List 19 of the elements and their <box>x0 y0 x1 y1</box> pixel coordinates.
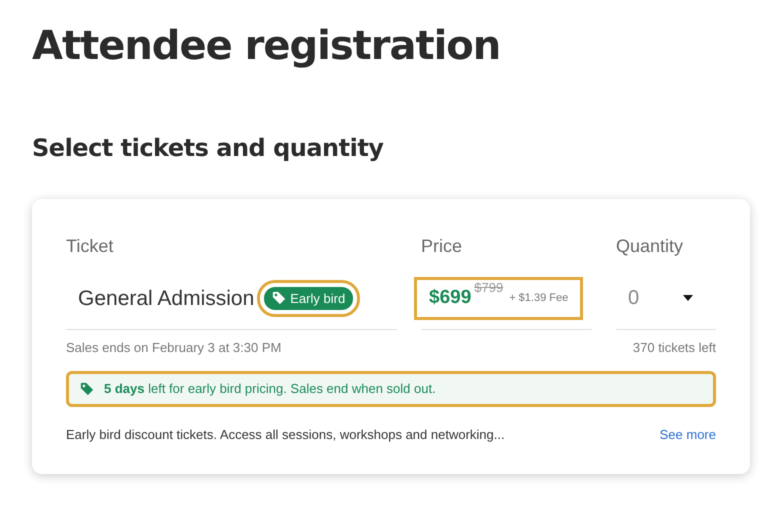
section-title: Select tickets and quantity <box>32 134 384 163</box>
page-title: Attendee registration <box>32 22 502 70</box>
tag-icon <box>272 291 286 306</box>
original-price: $799 <box>474 279 504 298</box>
current-price: $699 <box>429 286 472 310</box>
quantity-select[interactable]: 0 <box>616 268 716 330</box>
caret-icon <box>682 294 694 302</box>
ticket-description: Early bird discount tickets. Access all sessions, workshops and networking... <box>66 426 505 444</box>
sales-end-text: Sales ends on February 3 at 3:30 PM <box>66 338 282 357</box>
tag-icon <box>80 382 94 396</box>
column-header: Price <box>421 234 464 258</box>
ticket-name: General Admission <box>77 286 254 312</box>
column-header: Quantity <box>616 234 684 258</box>
fee-text: + $1.39 Fee <box>509 291 568 306</box>
see-more-link[interactable]: See more <box>660 424 716 444</box>
early-bird-badge: Early bird <box>264 286 354 310</box>
column-header: Ticket <box>66 234 114 258</box>
tickets-left-text: 370 tickets left <box>632 338 716 357</box>
notice-text: 5 days left for early bird pricing. Sales end when sold out. <box>104 380 436 398</box>
